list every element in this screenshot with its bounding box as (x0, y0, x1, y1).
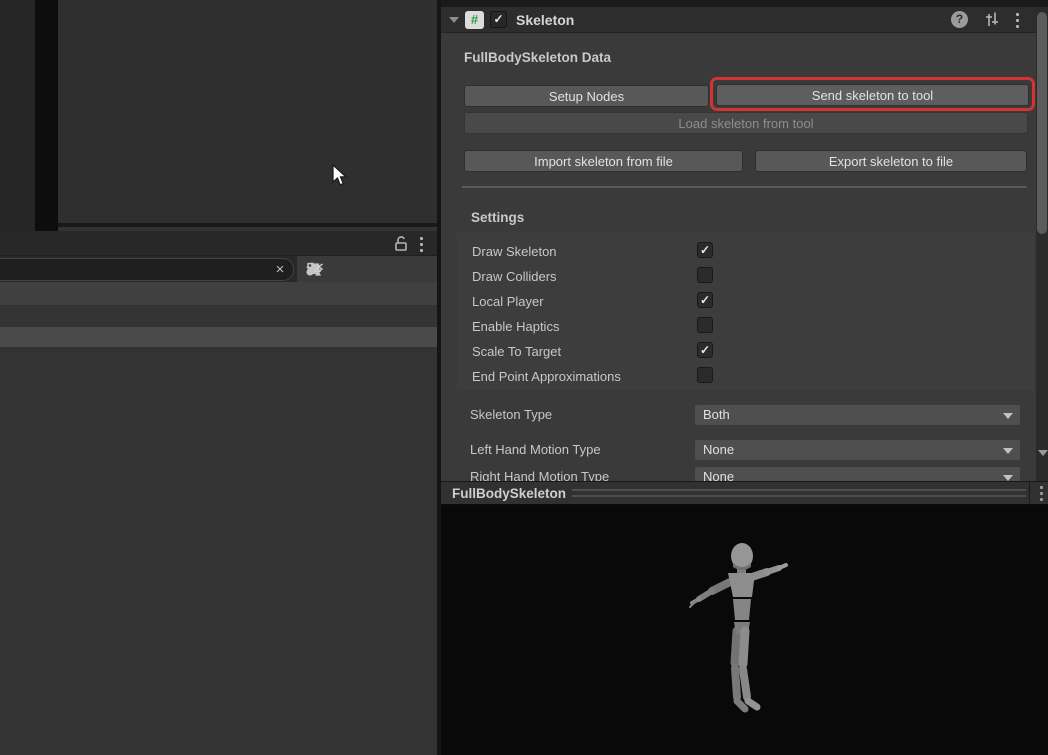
preview-header-divider (1029, 482, 1030, 504)
foldout-arrow-icon[interactable] (449, 17, 459, 23)
dropdown-label: Right Hand Motion Type (470, 469, 609, 481)
toggle-checkbox[interactable] (697, 267, 713, 283)
section-divider (462, 186, 1027, 188)
toggle-label: Scale To Target (472, 344, 561, 359)
search-input[interactable]: × (0, 258, 294, 281)
dropdown-row: Left Hand Motion Type None (441, 439, 1036, 465)
toggle-label: End Point Approximations (472, 369, 621, 384)
inspector-scrollbar[interactable] (1036, 7, 1048, 481)
scene-canvas[interactable] (58, 0, 437, 227)
toggle-checkbox[interactable]: ✓ (697, 342, 713, 358)
inspector-body: FullBodySkeleton Data Setup Nodes Send s… (441, 33, 1036, 481)
dropdown-value: None (703, 469, 734, 481)
scene-visibility-button[interactable]: 4 (296, 256, 338, 282)
toggle-label: Enable Haptics (472, 319, 559, 334)
hierarchy-panel: × (0, 231, 437, 755)
preview-title: FullBodySkeleton (452, 486, 566, 501)
mouse-cursor-icon (330, 164, 350, 188)
export-skeleton-button[interactable]: Export skeleton to file (755, 150, 1027, 172)
toggle-row: Draw Colliders (441, 266, 1036, 291)
skeleton-type-dropdown[interactable]: Both (694, 404, 1021, 426)
send-skeleton-button[interactable]: Send skeleton to tool (716, 84, 1029, 106)
filter-buttons: 4 (296, 256, 437, 282)
presets-icon[interactable] (983, 11, 1000, 28)
unlock-icon[interactable] (392, 235, 410, 253)
component-title: Skeleton (516, 12, 574, 28)
list-row[interactable] (0, 282, 437, 305)
data-section-title: FullBodySkeleton Data (464, 50, 611, 65)
list-row[interactable] (0, 327, 437, 347)
toggle-row: Draw Skeleton ✓ (441, 241, 1036, 266)
dropdown-value: Both (703, 407, 730, 422)
left-panel-gutter (35, 0, 58, 231)
left-panel-edge (0, 0, 35, 231)
dropdown-label: Skeleton Type (470, 407, 552, 422)
hidden-count: 4 (314, 262, 321, 277)
settings-section-title: Settings (471, 210, 524, 225)
skeleton-mannequin (660, 525, 840, 745)
toggle-checkbox[interactable] (697, 367, 713, 383)
toggle-label: Draw Colliders (472, 269, 557, 284)
left-hand-motion-dropdown[interactable]: None (694, 439, 1021, 461)
dropdown-row: Skeleton Type Both (441, 404, 1036, 430)
dropdown-label: Left Hand Motion Type (470, 442, 601, 457)
inspector-top-strip (441, 0, 1048, 7)
help-icon[interactable]: ? (951, 11, 968, 28)
search-clear-icon[interactable]: × (272, 260, 288, 280)
dropdown-row: Right Hand Motion Type None (441, 466, 1036, 481)
toggle-label: Local Player (472, 294, 544, 309)
hierarchy-search-row: × (0, 256, 437, 282)
preview-header[interactable]: FullBodySkeleton (441, 481, 1048, 505)
component-enabled-checkbox[interactable]: ✓ (490, 11, 507, 28)
load-skeleton-button: Load skeleton from tool (464, 112, 1028, 134)
preview-viewport[interactable] (441, 505, 1048, 755)
toggle-row: End Point Approximations (441, 366, 1036, 391)
right-hand-motion-dropdown[interactable]: None (694, 466, 1021, 481)
chevron-down-icon (1003, 413, 1013, 419)
toggle-checkbox[interactable] (697, 317, 713, 333)
toggle-row: Local Player ✓ (441, 291, 1036, 316)
script-icon: # (465, 11, 484, 29)
scrollbar-thumb[interactable] (1037, 12, 1047, 234)
import-skeleton-button[interactable]: Import skeleton from file (464, 150, 743, 172)
toggle-label: Draw Skeleton (472, 244, 557, 259)
list-row[interactable] (0, 305, 437, 327)
hierarchy-menu-icon[interactable] (414, 235, 428, 253)
scroll-down-arrow-icon[interactable] (1038, 450, 1048, 456)
dropdown-value: None (703, 442, 734, 457)
toggle-checkbox[interactable]: ✓ (697, 292, 713, 308)
chevron-down-icon (1003, 448, 1013, 454)
setup-nodes-button[interactable]: Setup Nodes (464, 85, 709, 107)
toggle-row: Scale To Target ✓ (441, 341, 1036, 366)
preview-menu-icon[interactable] (1034, 484, 1048, 504)
drag-handle[interactable] (572, 482, 1026, 506)
component-menu-icon[interactable] (1010, 11, 1024, 29)
component-header[interactable]: # ✓ Skeleton ? (441, 7, 1036, 33)
toggle-row: Enable Haptics (441, 316, 1036, 341)
hierarchy-toolbar (0, 231, 437, 256)
toggle-checkbox[interactable]: ✓ (697, 242, 713, 258)
unity-editor: × (0, 0, 1048, 755)
